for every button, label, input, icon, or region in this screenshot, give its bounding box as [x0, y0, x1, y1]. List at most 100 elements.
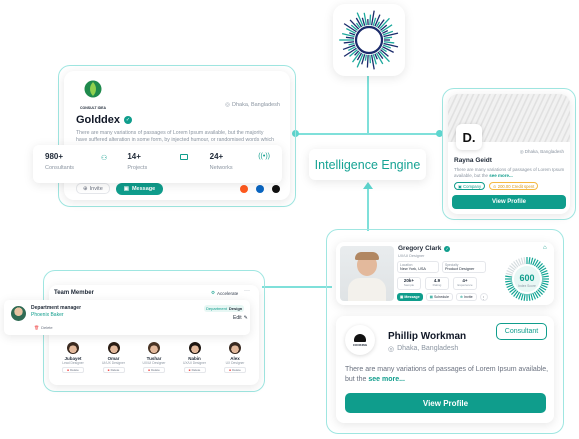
verified-icon: ✓ [124, 116, 133, 124]
see-more-link[interactable]: see more... [489, 173, 513, 178]
member-role: Lead Designer [62, 361, 84, 365]
gregory-schedule-button[interactable]: ▦ Schedule [425, 293, 453, 301]
gregory-photo [340, 246, 394, 301]
accelerate-button[interactable]: ⚙ Accelerate [211, 290, 238, 296]
engine-logo-icon [339, 10, 399, 70]
pin-icon: ◎ [519, 149, 524, 154]
phillip-description: There are many variations of passages of… [345, 366, 549, 383]
avatar [107, 342, 120, 354]
more-options-icon[interactable]: ⋮ [479, 293, 488, 301]
phillip-card: COOKING Phillip Workman Consultant ◎ Dhak… [336, 316, 554, 423]
chef-hat-icon [354, 333, 366, 342]
users-icon: ⚇ [101, 155, 108, 162]
member-delete-button[interactable]: ■ Delete [183, 367, 206, 373]
folder-icon [179, 154, 188, 160]
invite-button[interactable]: ⊕ Invite [76, 183, 110, 194]
member-role: UI/UX Designer [102, 361, 125, 365]
gregory-name: Gregory Clark [398, 245, 442, 252]
member-role: UX/UI Designer [142, 361, 166, 365]
member-delete-button[interactable]: ■ Delete [143, 367, 165, 373]
golddex-location: ◎ Dhaka, Bangladesh [225, 102, 280, 108]
golddex-name: Golddex [76, 114, 121, 126]
golddex-logo-text: CONSULT IDEA [80, 106, 106, 110]
trash-icon: ■ [188, 368, 191, 372]
team-title: Team Member [54, 290, 94, 296]
connector-line [367, 74, 369, 134]
phillip-logo: COOKING [345, 325, 375, 355]
edit-button[interactable]: Edit ✎ [233, 315, 248, 321]
rayna-name: Rayna Geidt [454, 157, 492, 164]
verified-icon: ✓ [444, 245, 451, 252]
gregory-name-row: Gregory Clark ✓ [398, 245, 451, 252]
social-icons [240, 185, 280, 193]
selected-member-card[interactable]: Department manager Phoenix Baker Departm… [4, 300, 250, 335]
message-button[interactable]: ▣ Message [115, 183, 164, 195]
index-score-label: Index Score [518, 284, 536, 288]
pin-icon: ◎ [225, 102, 230, 108]
gregory-role: UX/UI Designer [398, 254, 425, 258]
rayna-description: There are many variations of passages of… [454, 167, 565, 178]
team-member-card[interactable]: Alex UX Designer ■ Delete [217, 342, 253, 373]
plus-icon: ⊕ [460, 295, 464, 299]
company-tag: ▣ Company [454, 182, 486, 190]
team-member-card[interactable]: Tushar UX/UI Designer ■ Delete [136, 342, 172, 373]
gregory-actions: ▣ Message ▦ Schedule ⊕ Invite ⋮ [397, 293, 488, 301]
trash-icon: ■ [67, 368, 70, 372]
phillip-view-profile-button[interactable]: View Profile [345, 393, 546, 413]
trash-icon: ■ [148, 368, 151, 372]
arrow-up-icon [363, 182, 373, 189]
selected-member-name: Phoenix Baker [31, 312, 64, 318]
member-delete-button[interactable]: ■ Delete [224, 367, 246, 373]
chat-icon: ▣ [400, 295, 404, 299]
trash-icon: 🗑 [34, 325, 40, 330]
gregory-location-box: Location New York, USA [397, 261, 439, 273]
member-delete-button[interactable]: ■ Delete [62, 367, 84, 373]
gregory-stat: 4.9 Rating [425, 277, 449, 290]
linkedin-icon[interactable] [256, 185, 264, 193]
engine-label: Intelligence Engine [314, 157, 421, 172]
avatar [188, 342, 201, 354]
trash-icon: ■ [107, 368, 110, 372]
rayna-card: D. ◎ Dhaka, Bangladesh Rayna Geidt There … [448, 94, 570, 214]
member-grid: Jubayet Lead Designer ■ Delete Omar UI/UX Des… [55, 342, 253, 373]
delete-button[interactable]: 🗑 Delete [34, 325, 53, 330]
plus-icon: ⊕ [83, 185, 88, 192]
reddit-icon[interactable] [240, 185, 248, 193]
avatar [11, 306, 26, 321]
team-member-card[interactable]: Nabin UX/UI Designer ■ Delete [177, 342, 213, 373]
stat-projects: 14+ Projects [117, 145, 199, 183]
trash-icon: ■ [229, 368, 232, 372]
gregory-message-button[interactable]: ▣ Message [397, 293, 423, 301]
x-icon[interactable] [272, 185, 280, 193]
gregory-stats: 20k+ Sample 4.9 Rating 4+ Experience [397, 277, 477, 290]
engine-label-box: Intelligence Engine [309, 149, 426, 180]
pencil-icon: ✎ [243, 315, 248, 321]
avatar [229, 342, 241, 354]
connector-line [296, 133, 440, 135]
gregory-invite-button[interactable]: ⊕ Invite [456, 293, 477, 301]
leaf-logo-icon [84, 80, 102, 98]
see-more-link[interactable]: see more... [368, 376, 405, 383]
connector-line [367, 185, 369, 231]
stat-networks: 24+ Networks ((•)) [209, 152, 270, 171]
member-role: UX/UI Designer [183, 361, 206, 365]
golddex-logo: CONSULT IDEA [76, 79, 110, 110]
selected-member-role: Department manager [31, 305, 82, 311]
rayna-logo: D. [456, 124, 482, 150]
member-delete-button[interactable]: ■ Delete [102, 367, 125, 373]
consultant-badge: Consultant [496, 323, 547, 340]
gregory-stat: 4+ Experience [453, 277, 477, 290]
rayna-view-profile-button[interactable]: View Profile [452, 195, 566, 209]
pin-icon: ◎ [388, 346, 395, 353]
team-member-card[interactable]: Omar UI/UX Designer ■ Delete [96, 342, 132, 373]
calendar-icon: ▦ [429, 295, 433, 299]
index-score-value: 600 [519, 273, 535, 283]
phillip-name: Phillip Workman [388, 331, 467, 342]
bookmark-icon[interactable]: ⌂ [543, 245, 547, 251]
credit-tag: ⊙ 200.00 Credit spent [489, 182, 539, 190]
more-options-icon[interactable]: ··· [244, 288, 250, 294]
team-member-card[interactable]: Jubayet Lead Designer ■ Delete [55, 342, 91, 373]
stat-consultants: 980+ Consultants ⚇ [45, 152, 108, 171]
rayna-tags: ▣ Company ⊙ 200.00 Credit spent [454, 182, 539, 190]
accelerate-icon: ⚙ [211, 290, 216, 295]
